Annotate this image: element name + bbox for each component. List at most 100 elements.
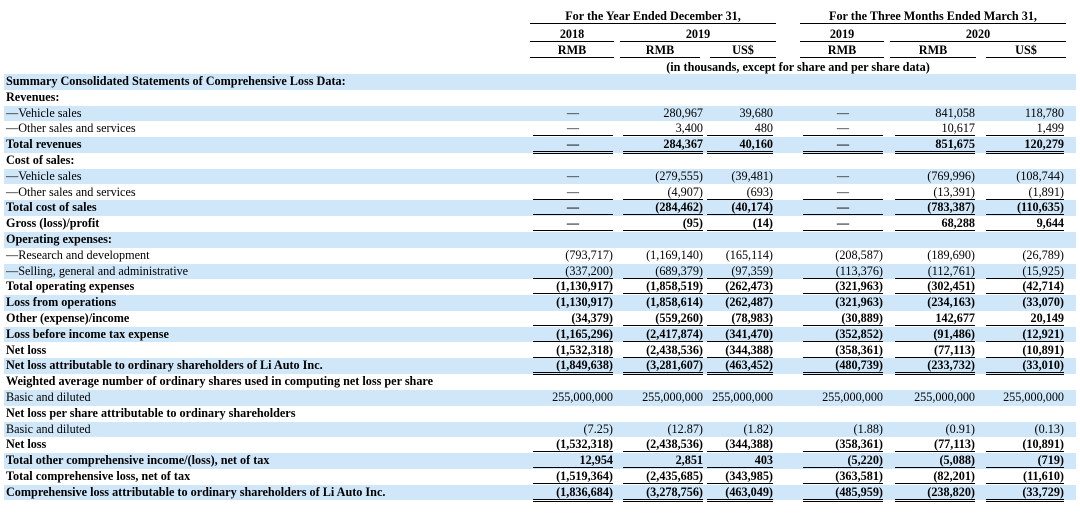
row-label: —Other sales and services xyxy=(6,184,136,199)
row-label: Total revenues xyxy=(6,137,82,152)
table-cell: (1,519,364) xyxy=(533,469,613,486)
header-currency-1: RMB xyxy=(530,43,614,58)
table-cell: (10,891) xyxy=(986,437,1064,453)
table-cell: (358,361) xyxy=(803,437,883,453)
table-cell: (112,761) xyxy=(895,264,975,279)
row-label: Total operating expenses xyxy=(6,279,135,294)
table-cell: (10,891) xyxy=(986,343,1064,360)
table-cell: 3,400 xyxy=(623,121,703,137)
table-row: Revenues: xyxy=(4,90,1076,106)
header-group-three-months: For the Three Months Ended March 31, xyxy=(800,9,1066,24)
table-cell: 841,058 xyxy=(935,105,975,120)
table-cell: (344,388) xyxy=(707,437,773,453)
row-label: Gross (loss)/profit xyxy=(6,216,100,231)
header-currency-2: RMB xyxy=(620,43,700,58)
table-cell: (344,388) xyxy=(707,343,773,360)
header-currency-4: RMB xyxy=(800,43,884,58)
table-cell: (234,163) xyxy=(927,295,975,310)
table-cell: (1,858,519) xyxy=(623,279,703,295)
table-cell: (208,587) xyxy=(835,247,883,262)
table-cell: (77,113) xyxy=(895,343,975,360)
table-cell: 118,780 xyxy=(1024,105,1064,120)
table-cell: (108,744) xyxy=(1016,168,1064,183)
table-cell: (97,359) xyxy=(707,264,773,279)
table-row: —Vehicle sales — (279,555) (39,481) — (769,99… xyxy=(4,168,1076,185)
table-row: —Research and development (793,717) (1,169… xyxy=(4,248,1076,264)
table-cell: 255,000,000 xyxy=(914,390,975,404)
table-row: Total operating expenses (1,130,917) (1,85… xyxy=(4,279,1076,295)
table-cell: — xyxy=(533,137,613,155)
header-units-note: (in thousands, except for share and per … xyxy=(666,60,930,74)
table-cell: — xyxy=(803,185,883,200)
header-year-2020-quarter: 2020 xyxy=(890,27,1066,42)
table-cell: (1,858,614) xyxy=(646,295,703,310)
table-row: Total comprehensive loss, net of tax (1,5… xyxy=(4,469,1076,486)
table-cell: (33,729) xyxy=(986,485,1064,502)
table-cell: — xyxy=(533,185,613,200)
row-label: Net loss xyxy=(6,437,47,452)
table-cell: 480 xyxy=(707,121,773,137)
table-cell: (77,113) xyxy=(895,437,975,453)
table-row: Basic and diluted (7.25) (12.87) (1.82) (1.8… xyxy=(4,421,1076,438)
table-cell: (3,281,607) xyxy=(623,358,703,376)
row-label: Basic and diluted xyxy=(6,390,91,404)
header-group-year: For the Year Ended December 31, xyxy=(530,9,776,24)
row-label: —Vehicle sales xyxy=(6,105,82,120)
row-label: Revenues: xyxy=(6,89,60,104)
table-cell: — xyxy=(836,168,850,183)
header-year-2019-annual: 2019 xyxy=(620,27,776,42)
table-row: Cost of sales: xyxy=(4,153,1076,169)
header-year-2018: 2018 xyxy=(530,27,614,42)
table-cell: (12.87) xyxy=(667,421,703,436)
table-cell: (1,169,140) xyxy=(646,247,703,262)
table-row: Other (expense)/income (34,379) (559,260) (… xyxy=(4,311,1076,327)
table-cell: (4,907) xyxy=(623,185,703,200)
table-cell: (95) xyxy=(623,216,703,232)
table-cell: (1,532,318) xyxy=(533,437,613,453)
table-row: Weighted average number of ordinary shar… xyxy=(4,374,1076,390)
table-cell: (559,260) xyxy=(623,311,703,326)
table-cell: 20,149 xyxy=(986,311,1064,326)
header-year-2019-quarter: 2019 xyxy=(800,27,884,42)
table-cell: (12,921) xyxy=(986,327,1064,342)
table-row: Operating expenses: xyxy=(4,232,1076,248)
table-row: Net loss (1,532,318) (2,438,536) (344,388) (… xyxy=(4,437,1076,453)
row-label: —Other sales and services xyxy=(6,121,136,136)
table-cell: (91,486) xyxy=(895,327,975,342)
table-cell: 142,677 xyxy=(895,311,975,326)
table-cell: — xyxy=(803,137,883,155)
table-cell: (1.82) xyxy=(743,421,773,436)
table-cell: 10,617 xyxy=(895,121,975,137)
table-cell: — xyxy=(533,121,613,137)
row-label: Loss from operations xyxy=(6,295,117,310)
row-label: Loss before income tax expense xyxy=(6,326,169,341)
table-cell: (1,849,638) xyxy=(533,358,613,376)
table-cell: (33,010) xyxy=(986,358,1064,376)
row-label: —Vehicle sales xyxy=(6,168,82,183)
table-cell: (358,361) xyxy=(803,343,883,360)
table-row: Net loss attributable to ordinary shareh… xyxy=(4,358,1076,376)
table-cell: (262,487) xyxy=(725,295,773,310)
table-cell: (0.91) xyxy=(945,421,975,436)
row-label: Net loss attributable to ordinary shareh… xyxy=(6,358,323,373)
table-cell: (165,114) xyxy=(725,247,773,262)
table-row: Loss from operations (1,130,917) (1,858,61… xyxy=(4,295,1076,311)
table-cell: (110,635) xyxy=(986,200,1064,216)
table-cell: 280,967 xyxy=(663,105,703,120)
table-cell: 255,000,000 xyxy=(822,390,883,404)
row-label: Cost of sales: xyxy=(6,153,75,167)
table-cell: 120,279 xyxy=(986,137,1064,155)
table-cell: (2,438,536) xyxy=(623,343,703,360)
row-label: Comprehensive loss attributable to ordin… xyxy=(6,484,386,499)
table-cell: 255,000,000 xyxy=(642,390,703,404)
row-label: Summary Consolidated Statements of Compr… xyxy=(6,74,346,88)
table-cell: 68,288 xyxy=(895,216,975,232)
table-cell: — xyxy=(803,216,883,232)
table-cell: (1.88) xyxy=(853,421,883,436)
table-cell: 255,000,000 xyxy=(712,390,773,404)
table-cell: — xyxy=(533,216,613,232)
table-cell: (26,789) xyxy=(1022,247,1064,262)
table-cell: (783,387) xyxy=(895,200,975,216)
table-cell: (13,391) xyxy=(895,185,975,200)
table-cell: 255,000,000 xyxy=(1003,390,1064,404)
